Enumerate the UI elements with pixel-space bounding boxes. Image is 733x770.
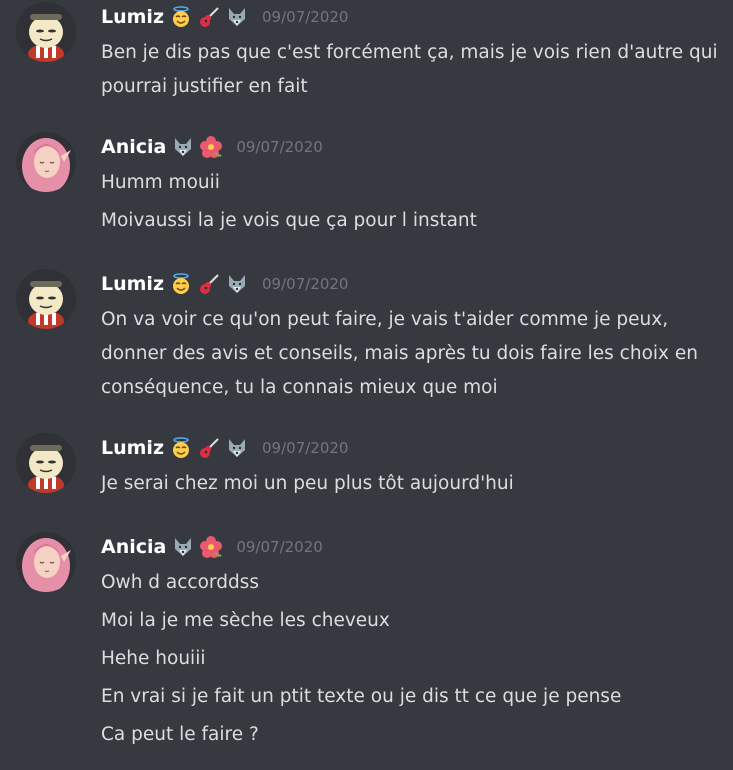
guitar-icon (198, 437, 220, 459)
message-header: Anicia 09/07/2020 (101, 132, 323, 162)
avatar-anicia[interactable] (16, 132, 76, 192)
wolf-icon (172, 136, 194, 158)
message-header: Lumiz 09/07/2020 (101, 269, 348, 299)
avatar-lumiz[interactable] (16, 269, 76, 329)
message-header: Lumiz 09/07/2020 (101, 2, 348, 32)
wolf-icon (226, 273, 248, 295)
timestamp: 09/07/2020 (262, 8, 349, 26)
wolf-icon (172, 536, 194, 558)
message-text: Humm mouii (101, 172, 220, 193)
message-text: Owh d accorddss (101, 572, 259, 593)
wolf-icon (226, 6, 248, 28)
username[interactable]: Lumiz (101, 6, 164, 28)
message-text: Ca peut le faire ? (101, 724, 259, 745)
avatar-lumiz[interactable] (16, 433, 76, 493)
message-text: On va voir ce qu'on peut faire, je vais … (101, 309, 698, 398)
hibiscus-icon (200, 536, 223, 558)
avatar-anicia[interactable] (16, 532, 76, 592)
smiling-face-with-halo-icon (170, 437, 192, 459)
message-content: Je serai chez moi un peu plus tôt aujour… (101, 467, 726, 505)
avatar-lumiz[interactable] (16, 2, 76, 62)
message-text: Ben je dis pas que c'est forcément ça, m… (101, 42, 718, 97)
timestamp: 09/07/2020 (262, 439, 349, 457)
message-text: Je serai chez moi un peu plus tôt aujour… (101, 473, 514, 494)
message-content: Ben je dis pas que c'est forcément ça, m… (101, 36, 726, 104)
message-content: Owh d accorddss Moi la je me sèche les c… (101, 566, 726, 756)
smiling-face-with-halo-icon (170, 273, 192, 295)
message-text: En vrai si je fait un ptit texte ou je d… (101, 686, 622, 707)
message-text: Moivaussi la je vois que ça pour l insta… (101, 210, 477, 231)
username[interactable]: Anicia (101, 136, 166, 158)
timestamp: 09/07/2020 (236, 538, 323, 556)
message-text: Hehe houiii (101, 648, 206, 669)
username[interactable]: Lumiz (101, 437, 164, 459)
smiling-face-with-halo-icon (170, 6, 192, 28)
message-header: Lumiz 09/07/2020 (101, 433, 348, 463)
guitar-icon (198, 273, 220, 295)
wolf-icon (226, 437, 248, 459)
message-content: On va voir ce qu'on peut faire, je vais … (101, 303, 726, 405)
timestamp: 09/07/2020 (236, 138, 323, 156)
timestamp: 09/07/2020 (262, 275, 349, 293)
message-header: Anicia 09/07/2020 (101, 532, 323, 562)
guitar-icon (198, 6, 220, 28)
message-content: Humm mouii Moivaussi la je vois que ça p… (101, 166, 726, 242)
message-text: Moi la je me sèche les cheveux (101, 610, 390, 631)
hibiscus-icon (200, 136, 223, 158)
username[interactable]: Anicia (101, 536, 166, 558)
username[interactable]: Lumiz (101, 273, 164, 295)
